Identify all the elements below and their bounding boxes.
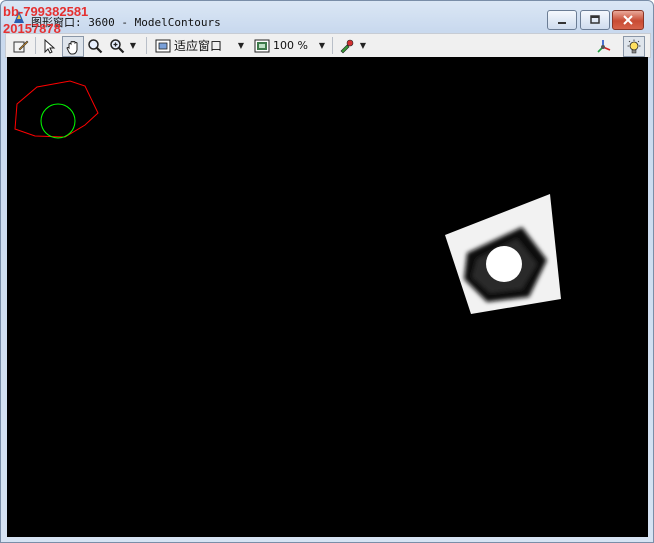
zoom-in-button[interactable] bbox=[108, 36, 126, 55]
edit-button[interactable] bbox=[12, 36, 30, 55]
magnify-button[interactable] bbox=[86, 36, 104, 55]
fit-window-button[interactable] bbox=[154, 36, 172, 55]
pointer-button[interactable] bbox=[40, 36, 58, 55]
graphics-window: 图形窗口: 3600 - ModelContours ▼ 适应窗口 ▼ 100 … bbox=[0, 0, 654, 543]
hand-pan-icon bbox=[66, 40, 78, 54]
title-bar[interactable]: 图形窗口: 3600 - ModelContours bbox=[1, 1, 653, 31]
model-contour-circle bbox=[40, 103, 76, 139]
magnify-icon bbox=[88, 38, 103, 53]
chevron-down-icon: ▼ bbox=[359, 41, 367, 50]
lightbulb-icon bbox=[627, 39, 641, 53]
color-picker-button[interactable] bbox=[337, 36, 355, 55]
image-canvas[interactable] bbox=[7, 57, 648, 537]
zoom-in-icon bbox=[110, 38, 125, 53]
zoom-mode-dropdown[interactable]: ▼ bbox=[236, 36, 246, 55]
edit-icon bbox=[13, 40, 29, 52]
chevron-down-icon: ▼ bbox=[318, 41, 326, 50]
close-icon bbox=[623, 15, 633, 25]
canvas-graphics bbox=[14, 80, 561, 314]
watermark-line-2: 20157878 bbox=[3, 21, 61, 36]
zoom-mode-select[interactable]: 适应窗口 bbox=[174, 36, 230, 55]
color-dropdown[interactable]: ▼ bbox=[358, 36, 368, 55]
toolbar-separator bbox=[332, 37, 333, 54]
toolbar-separator bbox=[35, 37, 36, 54]
zoom-percent-dropdown[interactable]: ▼ bbox=[317, 36, 327, 55]
axes-3d-button[interactable] bbox=[595, 36, 613, 55]
watermark-line-1: bb-799382581 bbox=[3, 4, 89, 19]
zoom-percent-select[interactable]: 100 % bbox=[273, 36, 313, 55]
maximize-icon bbox=[590, 15, 600, 24]
pointer-icon bbox=[44, 38, 56, 54]
nut-image bbox=[445, 194, 561, 314]
minimize-button[interactable] bbox=[547, 10, 577, 30]
axes-3d-icon bbox=[597, 39, 611, 53]
maximize-button[interactable] bbox=[580, 10, 610, 30]
toolbar: ▼ 适应窗口 ▼ 100 % ▼ ▼ bbox=[5, 33, 651, 58]
pan-button[interactable] bbox=[62, 36, 84, 57]
toolbar-separator bbox=[146, 37, 147, 54]
zoom-percent-value: 100 % bbox=[273, 39, 308, 52]
zoom-percent-icon bbox=[254, 39, 270, 52]
chevron-down-icon: ▼ bbox=[129, 41, 137, 50]
minimize-icon bbox=[558, 22, 566, 24]
zoom-mode-value: 适应窗口 bbox=[174, 39, 223, 53]
color-picker-icon bbox=[340, 39, 354, 53]
zoom-percent-button[interactable] bbox=[253, 36, 271, 55]
model-contour-hexagon bbox=[14, 80, 99, 138]
fit-window-icon bbox=[155, 39, 171, 52]
zoom-dropdown-toggle[interactable]: ▼ bbox=[128, 36, 138, 55]
close-button[interactable] bbox=[612, 10, 644, 30]
chevron-down-icon: ▼ bbox=[237, 41, 245, 50]
lightbulb-button[interactable] bbox=[623, 36, 645, 57]
